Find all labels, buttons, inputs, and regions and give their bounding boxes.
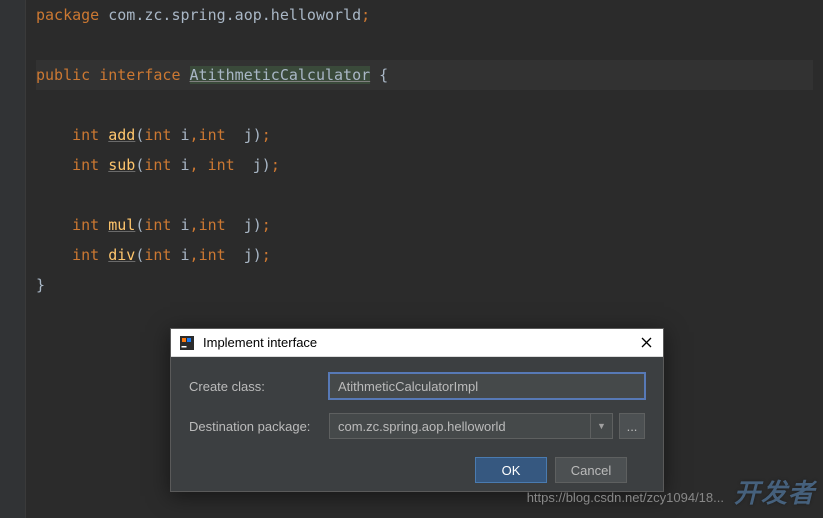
method-sub: sub — [108, 156, 135, 174]
keyword-int: int — [72, 246, 108, 264]
dialog-body: Create class: Destination package: com.z… — [171, 357, 663, 483]
destination-package-value: com.zc.spring.aop.helloworld — [330, 419, 590, 434]
implement-interface-dialog: Implement interface Create class: Destin… — [170, 328, 664, 492]
method-mul: mul — [108, 216, 135, 234]
open-brace: { — [370, 66, 388, 84]
create-class-label: Create class: — [189, 379, 317, 394]
code-line-blank — [36, 30, 813, 60]
create-class-row: Create class: — [189, 373, 645, 399]
keyword-int: int — [72, 156, 108, 174]
keyword-interface: interface — [99, 66, 189, 84]
intellij-icon — [179, 335, 195, 351]
watermark-brand: 开发者 — [734, 473, 815, 510]
chevron-down-icon[interactable]: ▼ — [590, 414, 612, 438]
keyword-public: public — [36, 66, 99, 84]
code-line-declaration: public interface AtithmeticCalculator { — [36, 60, 813, 90]
interface-name: AtithmeticCalculator — [190, 66, 371, 84]
code-line-blank — [36, 180, 813, 210]
code-line-method: int add(int i,int j); — [36, 120, 813, 150]
dialog-titlebar[interactable]: Implement interface — [171, 329, 663, 357]
method-add: add — [108, 126, 135, 144]
close-icon[interactable] — [637, 334, 655, 352]
code-line-method: int sub(int i, int j); — [36, 150, 813, 180]
editor-gutter — [0, 0, 26, 518]
code-line-blank — [36, 90, 813, 120]
keyword-package: package — [36, 6, 99, 24]
create-class-input[interactable] — [329, 373, 645, 399]
destination-package-combo[interactable]: com.zc.spring.aop.helloworld ▼ — [329, 413, 613, 439]
code-line: package com.zc.spring.aop.helloworld; — [36, 0, 813, 30]
code-line-method: int div(int i,int j); — [36, 240, 813, 270]
watermark: https://blog.csdn.net/zcy1094/18... 开发者 — [527, 473, 815, 510]
keyword-int: int — [72, 216, 108, 234]
destination-package-row: Destination package: com.zc.spring.aop.h… — [189, 413, 645, 439]
watermark-url: https://blog.csdn.net/zcy1094/18... — [527, 490, 724, 505]
destination-package-label: Destination package: — [189, 419, 317, 434]
dialog-title: Implement interface — [203, 335, 637, 350]
code-line-method: int mul(int i,int j); — [36, 210, 813, 240]
package-path: com.zc.spring.aop.helloworld — [99, 6, 361, 24]
code-line-close: } — [36, 270, 813, 300]
close-brace: } — [36, 276, 45, 294]
method-div: div — [108, 246, 135, 264]
semicolon: ; — [361, 6, 370, 24]
keyword-int: int — [72, 126, 108, 144]
browse-button[interactable]: ... — [619, 413, 645, 439]
